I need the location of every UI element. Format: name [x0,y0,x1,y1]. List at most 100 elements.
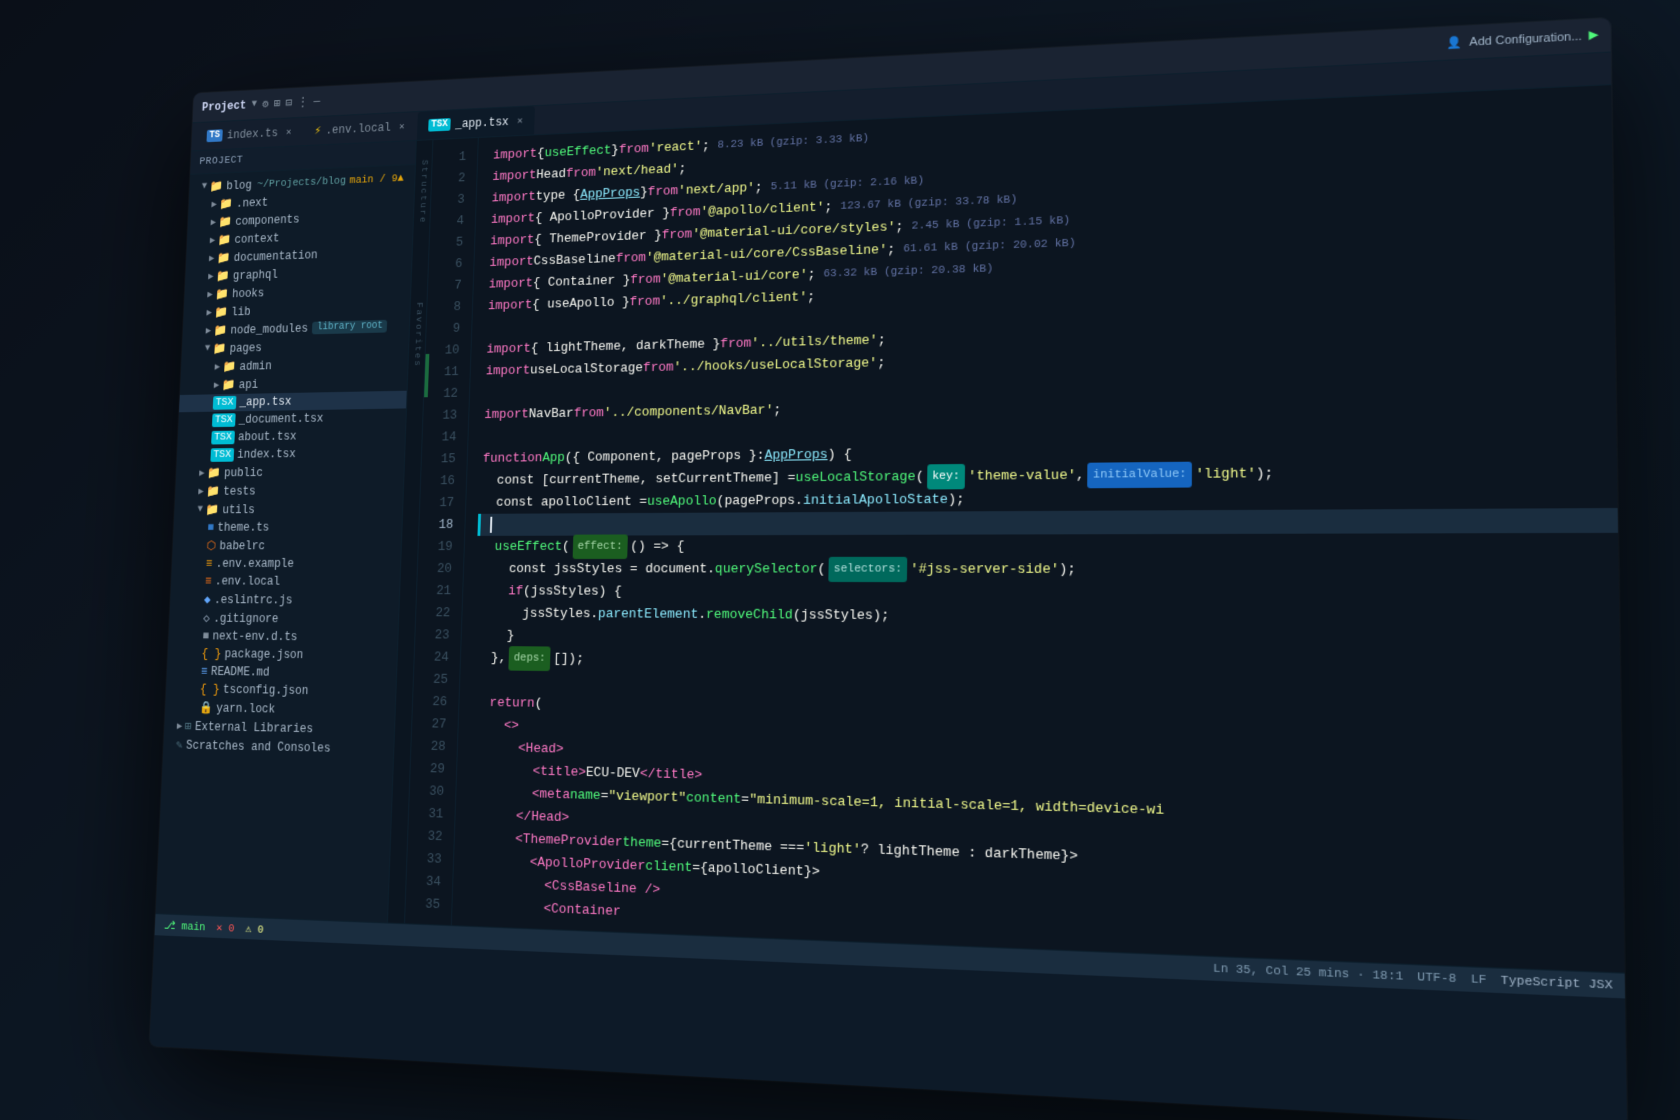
line-num-23: 23 [419,624,450,646]
line-num-21: 21 [420,580,451,602]
line-num-1: 1 [436,146,466,169]
sidebar-item-eslintrc[interactable]: ◆ .eslintrc.js [170,590,416,610]
sidebar-item-utils[interactable]: ▼ 📁 utils [174,499,419,519]
settings-icon[interactable]: ⚙ [262,97,269,111]
tab-index-ts[interactable]: TS index.ts ✕ [196,118,303,150]
line-num-4: 4 [434,210,464,233]
line-num-14: 14 [426,426,457,448]
dropdown-arrow-icon[interactable]: ▼ [251,99,257,110]
folder-icon: 📁 [222,378,236,393]
folder-icon: 📁 [206,484,220,499]
error-count: ✕ 0 [216,920,235,935]
line-num-13: 13 [427,405,458,427]
code-line-19: useEffect( effect: () => { [480,533,1619,558]
scratch-icon: ✎ [176,737,183,752]
warning-count: ⚠ 0 [245,921,264,936]
line-num-18: 18 [423,514,454,536]
tab-app-tsx[interactable]: TSX _app.tsx ✕ [417,106,535,140]
arrow-icon: ▶ [210,235,216,247]
line-num-22: 22 [420,602,451,624]
folder-icon: 📁 [209,179,223,194]
lib-icon: ⊞ [185,719,192,734]
tree-label: admin [239,359,272,373]
sidebar-item-scratches[interactable]: ✎ Scratches and Consoles [163,735,411,759]
env-icon: ≡ [205,557,212,571]
env-icon: ≡ [205,575,212,589]
favorites-label: Favorites [412,302,424,367]
line-num-3: 3 [434,189,464,212]
sidebar-item-tests[interactable]: ▶ 📁 tests [175,480,420,501]
arrow-icon: ▶ [214,361,220,373]
more-icon[interactable]: ⋮ [297,95,308,110]
tsx-icon: TSX [211,431,235,445]
minimize-icon[interactable]: — [313,95,320,109]
tree-label: lib [231,305,251,319]
tree-label: .env.local [215,575,281,589]
tab-close-env-icon[interactable]: ✕ [399,121,405,133]
line-num-15: 15 [425,448,456,470]
text-cursor [490,517,492,533]
sidebar-item-gitignore[interactable]: ◇ .gitignore [169,609,415,629]
line-num-6: 6 [432,253,463,275]
file-explorer-sidebar: Project ▼ 📁 blog ~/Projects/blog main / … [156,140,434,923]
folder-icon: 📁 [219,197,233,212]
collapse-icon[interactable]: ⊟ [285,96,292,111]
line-num-24: 24 [418,646,449,669]
editor-area: 1 2 3 4 5 6 7 8 9 10 11 12 13 14 15 16 1 [405,85,1625,972]
line-num-7: 7 [431,275,462,297]
tree-label: .gitignore [213,611,279,625]
tree-label: hooks [232,286,265,300]
line-num-32: 32 [412,825,443,848]
sidebar-item-babelrc[interactable]: ⬡ babelrc [172,536,418,555]
sidebar-item-theme-ts[interactable]: ■ theme.ts [173,518,419,537]
tab-env-local[interactable]: ⚡ .env.local ✕ [303,112,416,145]
line-num-20: 20 [421,558,452,580]
tree-label: index.tsx [237,447,296,461]
tree-label: graphql [233,268,279,283]
arrow-icon: ▶ [177,720,183,732]
line-num-17: 17 [424,492,455,514]
expand-icon[interactable]: ⊞ [274,96,281,110]
main-content: Project ▼ 📁 blog ~/Projects/blog main / … [156,85,1625,972]
branch-label: main / 9▲ [349,173,404,187]
line-num-25: 25 [417,668,448,691]
file-icon: ◇ [203,611,210,626]
folder-icon: 📁 [215,287,229,302]
arrow-icon: ▶ [210,217,216,229]
tab-close-app-icon[interactable]: ✕ [517,115,523,127]
sidebar-item-env-example[interactable]: ≡ .env.example [172,555,418,573]
arrow-icon: ▶ [198,486,204,498]
tsx-icon: TSX [210,448,234,462]
folder-icon: 📁 [213,341,227,356]
ts-file-icon: TS [206,129,222,142]
tree-label: package.json [224,647,303,662]
tree-label: theme.ts [217,521,269,535]
tree-label: _document.tsx [239,412,324,427]
arrow-icon: ▶ [209,253,215,265]
env-file-icon: ⚡ [314,123,321,138]
encoding: UTF-8 [1417,971,1456,986]
tsx-icon: TSX [213,396,237,410]
file-tree: ▼ 📁 blog ~/Projects/blog main / 9▲ ▶ 📁 .… [163,164,432,763]
tsx-file-icon: TSX [428,118,451,132]
run-icon[interactable]: ▶ [1589,26,1599,45]
arrow-icon: ▶ [199,467,205,479]
add-config-button[interactable]: Add Configuration... [1469,30,1582,49]
line-num-35: 35 [409,893,440,917]
line-num-31: 31 [412,802,443,825]
project-title: Project [202,99,247,114]
tree-label: tests [223,484,256,498]
tab-label-app-tsx: _app.tsx [455,115,509,131]
code-editor[interactable]: import { useEffect } from 'react'; 8.23 … [452,85,1625,972]
tree-label: about.tsx [238,430,297,444]
tree-label: babelrc [219,539,265,553]
folder-icon: 📁 [207,466,221,481]
structure-label: Structure [417,160,429,225]
tree-label: context [234,231,279,246]
folder-icon: 📁 [217,233,231,248]
tab-close-icon[interactable]: ✕ [286,126,292,138]
title-bar-right: 👤 Add Configuration... ▶ [1447,26,1599,52]
json-icon: { } [200,683,220,697]
sidebar-item-public[interactable]: ▶ 📁 public [176,462,421,483]
sidebar-item-env-local[interactable]: ≡ .env.local [171,573,417,591]
